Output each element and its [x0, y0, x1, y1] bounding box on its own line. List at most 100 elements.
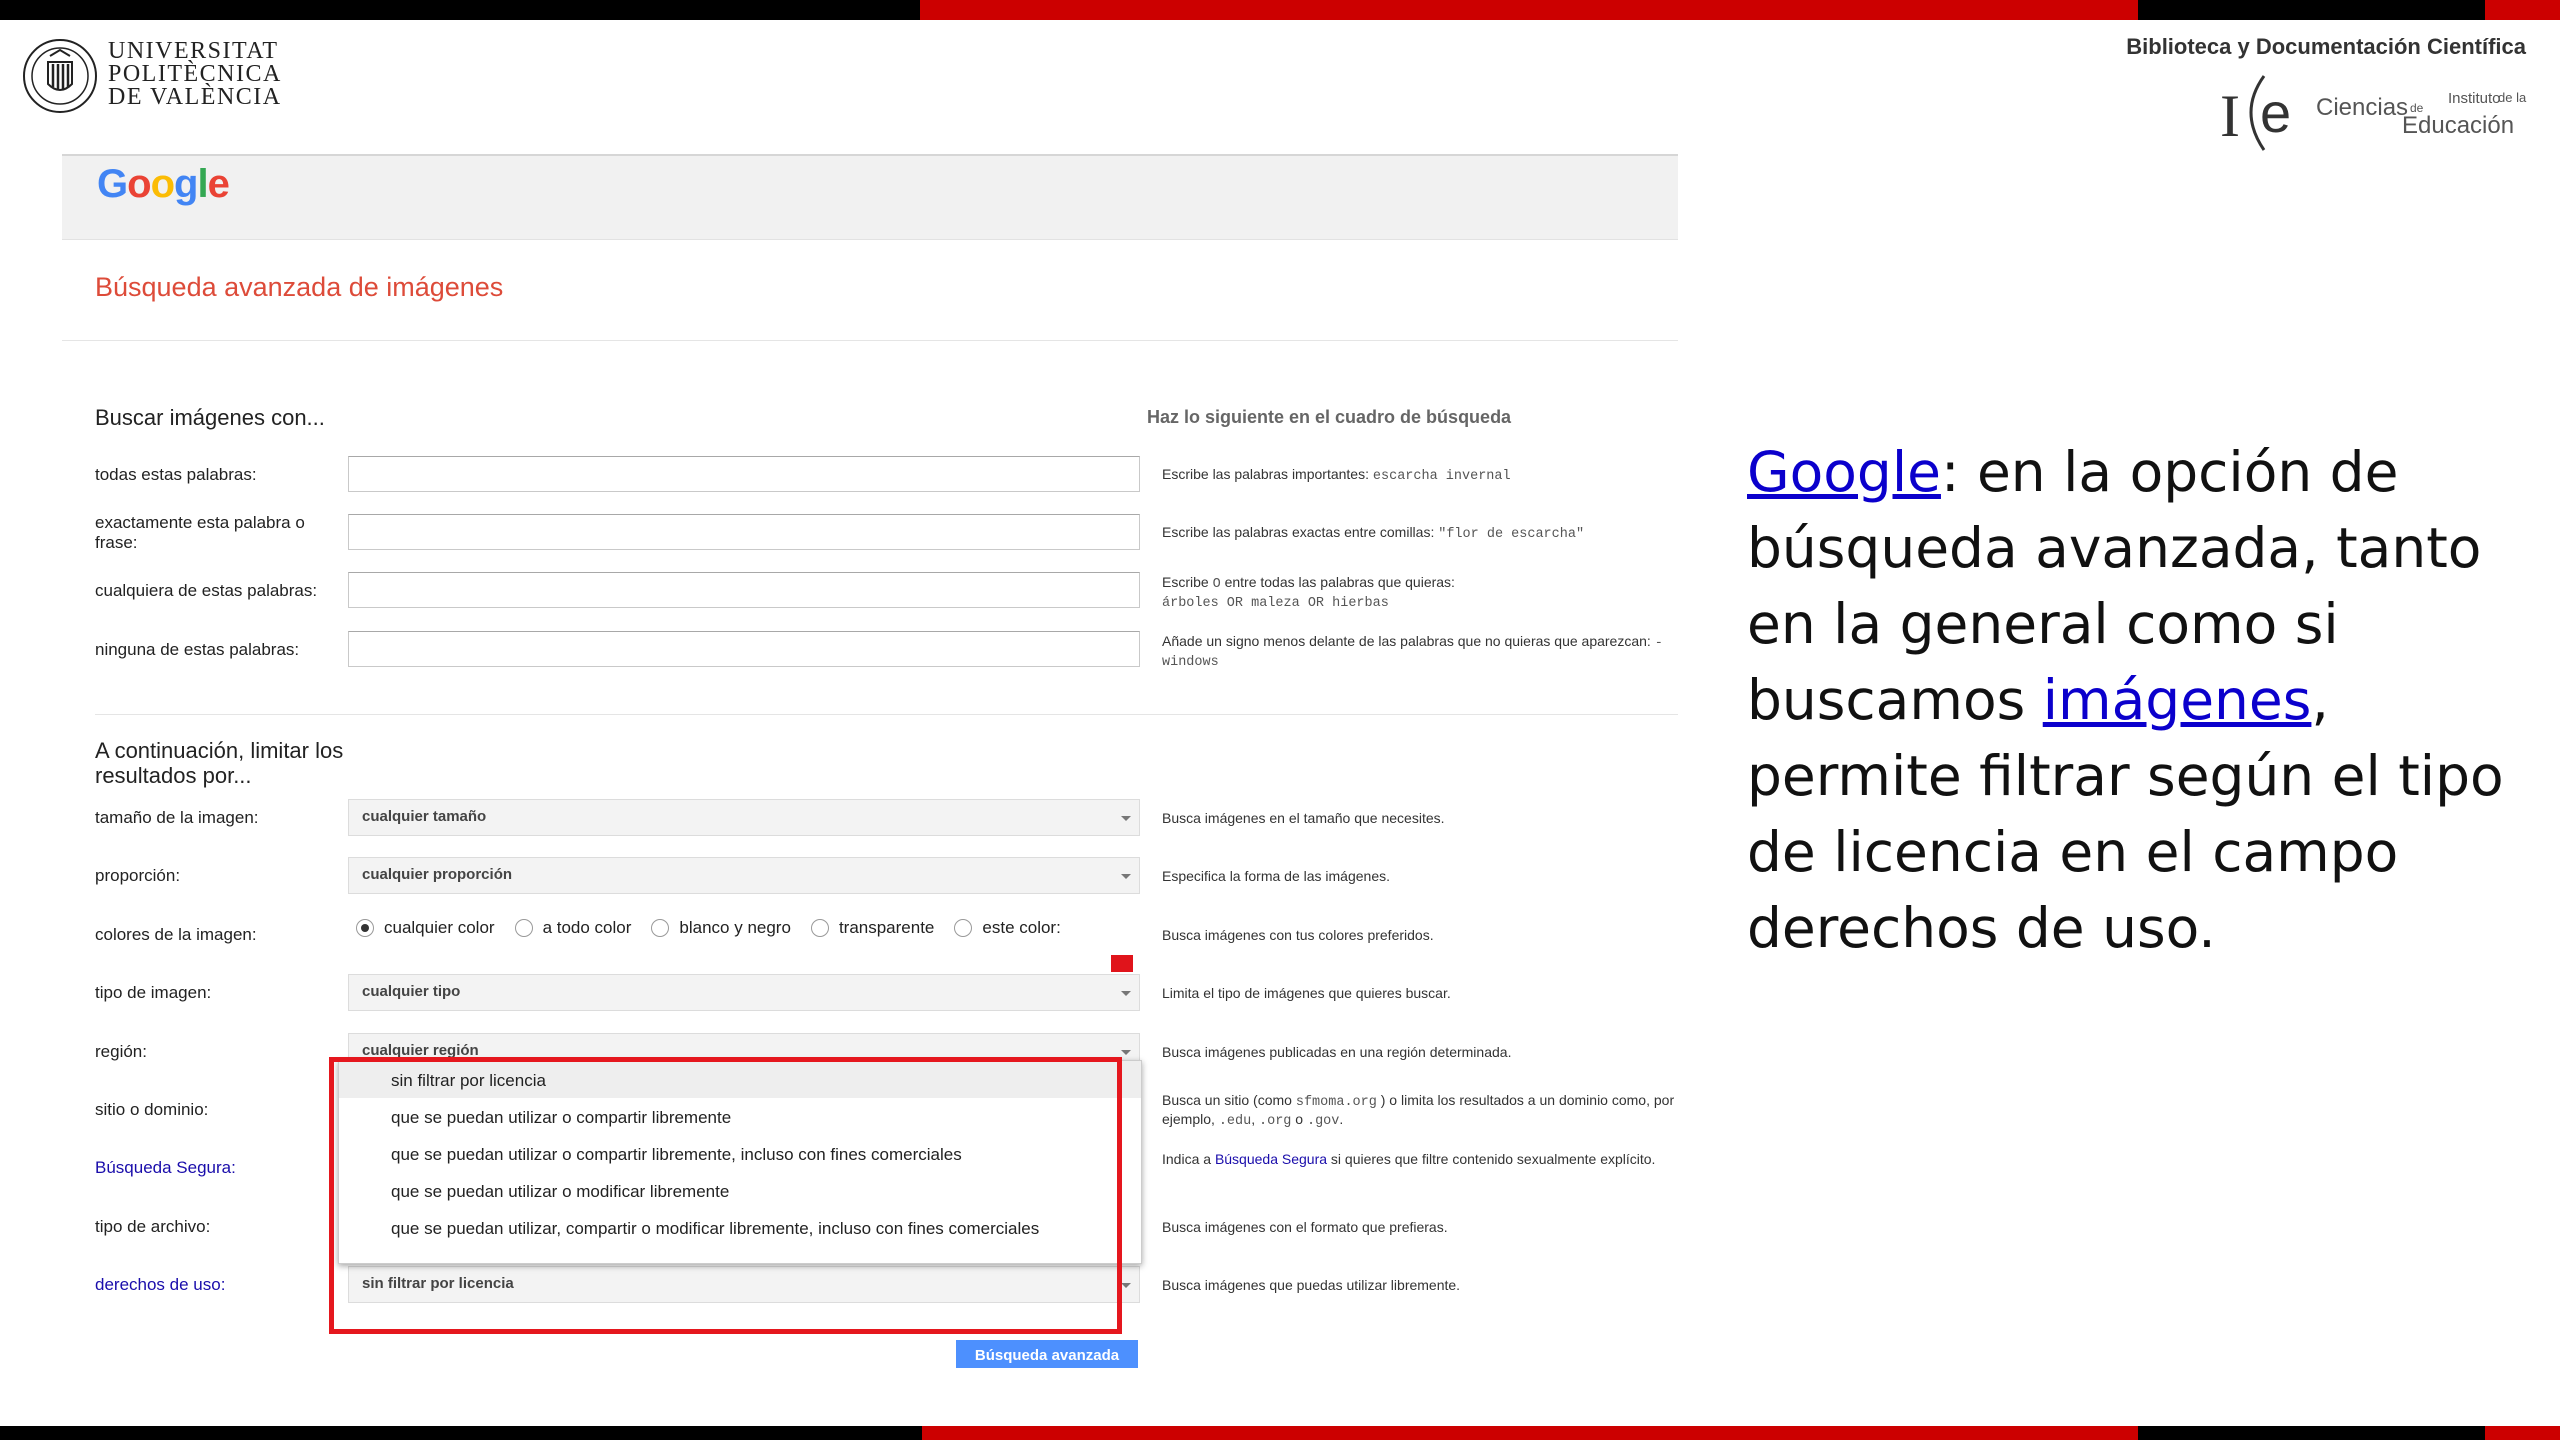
- hint-site-code3: .org: [1259, 1114, 1292, 1129]
- hint-none-words-text: Añade un signo menos delante de las pala…: [1162, 633, 1651, 649]
- filter-label-filetype: tipo de archivo:: [95, 1217, 211, 1236]
- hint-any-words-text: Escribe: [1162, 574, 1209, 590]
- hint-any-words-example: árboles OR maleza OR hierbas: [1162, 596, 1389, 611]
- none-words-input[interactable]: [348, 631, 1140, 667]
- upv-seal-icon: [23, 39, 97, 113]
- hint-all-words: Escribe las palabras importantes: escarc…: [1162, 466, 1682, 485]
- radio-icon: [514, 919, 533, 937]
- top-stripe-red: [920, 0, 2138, 20]
- filter-label-safesearch[interactable]: Búsqueda Segura:: [95, 1158, 236, 1178]
- hint-filetype: Busca imágenes con el formato que prefie…: [1162, 1219, 1448, 1235]
- radio-checked-icon: [356, 919, 374, 937]
- advanced-search-button[interactable]: Búsqueda avanzada: [956, 1340, 1138, 1368]
- color-option-this-label: este color:: [982, 918, 1061, 937]
- upv-wordmark: UNIVERSITAT POLITÈCNICA DE VALÈNCIA: [108, 38, 282, 110]
- hint-exact-phrase: Escribe las palabras exactas entre comil…: [1162, 524, 1682, 543]
- aspect-select-value: cualquier proporción: [362, 866, 513, 883]
- radio-icon: [954, 919, 973, 937]
- field-label-none-words: ninguna de estas palabras:: [95, 640, 300, 659]
- svg-text:I: I: [2220, 83, 2240, 149]
- filter-label-colors: colores de la imagen:: [95, 925, 257, 944]
- bottom-stripe-black-left: [0, 1426, 922, 1440]
- field-label-exact-phrase: exactamente esta palabra o frase:: [95, 513, 305, 552]
- hint-safesearch-b: si quieres que filtre contenido sexualme…: [1330, 1151, 1656, 1167]
- hint-site-code2: .edu: [1218, 1114, 1252, 1129]
- page-title: Búsqueda avanzada de imágenes: [95, 272, 504, 302]
- top-stripe-black-left: [0, 0, 920, 20]
- color-option-bw[interactable]: blanco y negro: [651, 918, 791, 938]
- any-words-input[interactable]: [348, 572, 1140, 608]
- type-select-value: cualquier tipo: [362, 983, 461, 1000]
- radio-icon: [810, 919, 829, 937]
- hint-site-d: .: [1339, 1111, 1344, 1127]
- color-option-transparent-label: transparente: [838, 918, 935, 937]
- google-link[interactable]: Google: [1747, 440, 1941, 504]
- hint-safesearch-a: Indica a: [1162, 1151, 1212, 1167]
- section-search-title: Buscar imágenes con...: [95, 405, 325, 430]
- hint-any-words: Escribe O entre todas las palabras que q…: [1162, 574, 1682, 612]
- ice-educacion: Educación: [2402, 112, 2515, 139]
- highlight-box: [329, 1057, 1122, 1334]
- hint-all-words-example: escarcha invernal: [1372, 469, 1511, 484]
- bottom-stripe-black-right: [2138, 1426, 2485, 1440]
- hint-type: Limita el tipo de imágenes que quieres b…: [1162, 985, 1451, 1001]
- chevron-down-icon: [1121, 1283, 1131, 1288]
- color-option-any[interactable]: cualquier color: [356, 918, 495, 938]
- exact-phrase-input[interactable]: [348, 514, 1140, 550]
- filter-label-rights: derechos de uso:: [95, 1275, 226, 1294]
- filter-label-aspect: proporción:: [95, 866, 181, 885]
- hint-site-a: Busca un sitio (como: [1162, 1092, 1292, 1108]
- hint-any-words-tail: entre todas las palabras que quieras:: [1224, 574, 1455, 590]
- section-limit-title: A continuación, limitar los resultados p…: [95, 738, 344, 788]
- ice-ciencias: Ciencias: [2316, 94, 2409, 121]
- color-option-bw-label: blanco y negro: [679, 918, 791, 937]
- ice-instituto: Instituto: [2448, 90, 2501, 107]
- hint-rights: Busca imágenes que puedas utilizar libre…: [1162, 1277, 1461, 1293]
- color-option-any-label: cualquier color: [384, 918, 495, 937]
- images-link[interactable]: imágenes: [2043, 668, 2312, 732]
- hint-aspect: Especifica la forma de las imágenes.: [1162, 868, 1390, 884]
- bottom-stripe-red: [922, 1426, 2138, 1440]
- upv-line-2: POLITÈCNICA: [108, 61, 282, 87]
- bottom-stripe-red-end: [2485, 1426, 2560, 1440]
- chevron-down-icon: [1121, 874, 1131, 879]
- google-logo[interactable]: Google: [97, 162, 230, 207]
- safesearch-link[interactable]: Búsqueda Segura: [1215, 1151, 1327, 1167]
- color-option-full[interactable]: a todo color: [514, 918, 632, 938]
- color-option-full-label: a todo color: [542, 918, 632, 937]
- chevron-down-icon: [1121, 1050, 1131, 1055]
- chevron-down-icon: [1121, 991, 1131, 996]
- filter-label-site: sitio o dominio:: [95, 1100, 209, 1119]
- filter-label-size: tamaño de la imagen:: [95, 808, 259, 827]
- hint-none-words: Añade un signo menos delante de las pala…: [1162, 633, 1682, 671]
- hint-exact-phrase-text: Escribe las palabras exactas entre comil…: [1162, 524, 1435, 540]
- color-option-transparent[interactable]: transparente: [810, 918, 935, 938]
- field-label-any-words: cualquiera de estas palabras:: [95, 581, 318, 600]
- google-header-bar: [62, 154, 1678, 240]
- hint-site-code4: .gov: [1306, 1114, 1340, 1129]
- ice-de-la: de la: [2498, 90, 2527, 105]
- color-radio-group: cualquier color a todo color blanco y ne…: [356, 918, 1061, 938]
- ice-logo: I e Ciencias de Instituto de la Educació…: [2212, 68, 2532, 158]
- hint-exact-phrase-example: "flor de escarcha": [1438, 527, 1585, 542]
- biblioteca-title: Biblioteca y Documentación Científica: [2126, 34, 2526, 59]
- color-swatch[interactable]: [1111, 955, 1133, 972]
- upv-line-1: UNIVERSITAT: [108, 38, 279, 64]
- upv-line-3: DE VALÈNCIA: [108, 84, 282, 110]
- all-words-input[interactable]: [348, 456, 1140, 492]
- size-select-value: cualquier tamaño: [362, 808, 487, 825]
- aspect-select[interactable]: cualquier proporción: [348, 857, 1140, 894]
- color-option-this[interactable]: este color:: [954, 918, 1061, 938]
- ice-mark-icon: I e: [2220, 75, 2291, 151]
- type-select[interactable]: cualquier tipo: [348, 974, 1140, 1011]
- title-divider: [62, 340, 1678, 341]
- section-search-hint-title: Haz lo siguiente en el cuadro de búsqued…: [1147, 407, 1512, 427]
- hint-site: Busca un sitio (como sfmoma.org ) o limi…: [1162, 1092, 1675, 1129]
- hint-site-code1: sfmoma.org: [1295, 1095, 1377, 1110]
- explanation-text: Google: en la opción de búsqueda avanzad…: [1747, 434, 2507, 966]
- top-stripe-black-right: [2138, 0, 2485, 20]
- field-label-all-words: todas estas palabras:: [95, 465, 257, 484]
- hint-colors: Busca imágenes con tus colores preferido…: [1162, 927, 1434, 943]
- size-select[interactable]: cualquier tamaño: [348, 799, 1140, 836]
- filter-label-type: tipo de imagen:: [95, 983, 212, 1002]
